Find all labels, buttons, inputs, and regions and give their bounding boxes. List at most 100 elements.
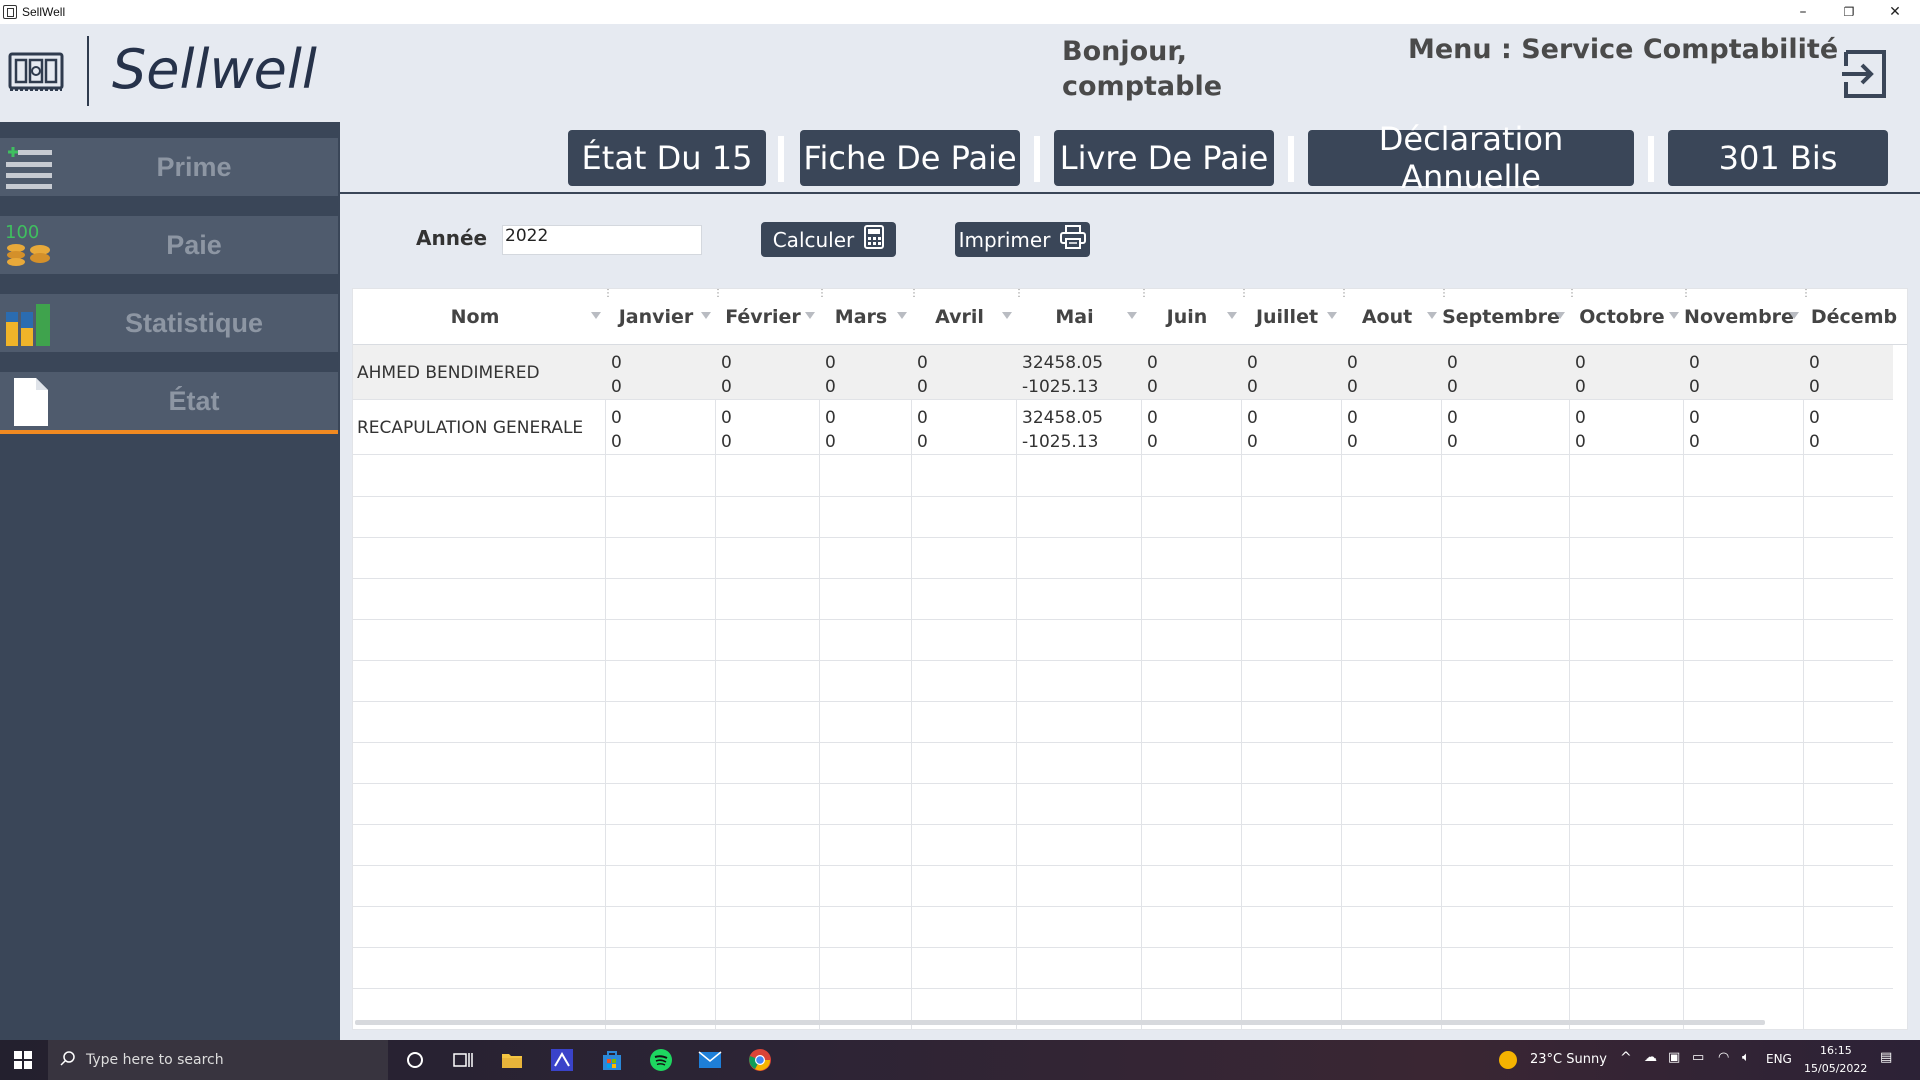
tab-301-bis[interactable]: 301 Bis [1668,130,1888,186]
volume-icon[interactable]: 🔈︎ [1742,1050,1750,1065]
sidebar-item-label: État [168,385,220,416]
column-header[interactable]: Nom [353,289,597,345]
filter-icon[interactable] [1227,312,1237,319]
imprimer-button[interactable]: Imprimer [955,222,1090,257]
month-value-top: 0 [825,408,836,428]
filter-icon[interactable] [1002,312,1012,319]
column-header[interactable]: Juillet [1241,289,1333,345]
battery-icon[interactable]: ▭ [1692,1050,1704,1065]
wifi-icon[interactable]: ◠ [1718,1050,1729,1065]
chrome-icon[interactable] [748,1048,772,1072]
column-header[interactable]: Février [715,289,811,345]
empty-row-line [353,496,1893,497]
windows-taskbar: Type here to search 23°C Sunny ^ ☁ ▣ ▭ ◠… [0,1040,1920,1080]
filter-icon[interactable] [1669,312,1679,319]
close-button[interactable]: ✕ [1872,0,1918,24]
tab-fiche-de-paie[interactable]: Fiche De Paie [800,130,1020,186]
month-cell: 00 [1689,406,1700,454]
month-value-top: 0 [1809,353,1820,373]
tray-chevron-icon[interactable]: ^ [1620,1050,1632,1066]
month-cell: 00 [825,351,836,399]
filter-icon[interactable] [805,312,815,319]
cortana-icon[interactable] [403,1048,427,1072]
table-row[interactable]: RECAPULATION GENERALE 0 0 0 0 0 0 0 0 32458.05 -10… [353,400,1893,455]
month-value-top: 0 [1247,353,1258,373]
svg-text:100: 100 [5,222,39,243]
app-blue-icon[interactable] [550,1048,574,1072]
column-header[interactable]: Juin [1141,289,1233,345]
month-cell: 00 [721,406,732,454]
column-header[interactable]: Aout [1341,289,1433,345]
month-value-top: 0 [917,353,928,373]
column-header[interactable]: Septembre [1441,289,1561,345]
filter-icon[interactable] [1789,312,1799,319]
month-cell: 00 [1347,351,1358,399]
filter-icon[interactable] [1555,312,1565,319]
filter-icon[interactable] [701,312,711,319]
month-value-bottom: -1025.13 [1022,377,1099,397]
month-cell: 32458.05 -1025.13 [1022,406,1103,454]
sidebar-item-statistique[interactable]: Statistique [0,294,338,352]
month-value-bottom: 0 [917,432,928,452]
bar-chart-icon [4,298,54,348]
column-header[interactable]: Avril [911,289,1008,345]
filter-icon[interactable] [591,312,601,319]
logout-icon[interactable] [1840,48,1892,100]
month-value-bottom: 0 [611,377,622,397]
usb-icon[interactable]: ▣ [1668,1050,1680,1065]
store-icon[interactable] [600,1048,624,1072]
filter-icon[interactable] [1327,312,1337,319]
column-header[interactable]: Novembre [1683,289,1795,345]
etat-grid: Nom ⋮ Janvier ⋮ Février ⋮ Mars ⋮ Avril ⋮ Mai ⋮ Juin ⋮… [352,288,1908,1030]
logo-divider [87,36,89,106]
mail-icon[interactable] [698,1048,722,1072]
file-explorer-icon[interactable] [500,1048,524,1072]
month-value-top: 0 [1247,408,1258,428]
filter-icon[interactable] [1427,312,1437,319]
filter-icon[interactable] [1127,312,1137,319]
greeting-user: comptable [1062,71,1223,102]
column-header[interactable]: Janvier [605,289,707,345]
month-cell: 00 [1247,351,1258,399]
calculer-button[interactable]: Calculer [761,222,896,257]
month-value-bottom: 0 [611,432,622,452]
month-cell: 00 [1809,406,1820,454]
sidebar-item-prime[interactable]: Prime [0,138,338,196]
clock-date[interactable]: 15/05/2022 [1804,1062,1867,1075]
tab-livre-de-paie[interactable]: Livre De Paie [1054,130,1274,186]
month-cell: 00 [1247,406,1258,454]
annee-input[interactable]: 2022 [502,225,702,255]
spotify-icon[interactable] [649,1048,673,1072]
month-value-bottom: -1025.13 [1022,432,1099,452]
month-value-bottom: 0 [1575,432,1586,452]
month-cell: 00 [1575,351,1586,399]
month-cell: 00 [1689,351,1700,399]
column-header[interactable]: Mars [819,289,903,345]
onedrive-icon[interactable]: ☁ [1644,1050,1657,1065]
column-header[interactable]: Octobre [1569,289,1675,345]
table-row[interactable]: AHMED BENDIMERED 0 0 0 0 0 0 0 0 32458.05 -1025.13… [353,345,1893,400]
weather-text[interactable]: 23°C Sunny [1530,1052,1607,1067]
empty-row-line [353,783,1893,784]
month-value-top: 0 [1575,408,1586,428]
column-header[interactable]: Mai [1016,289,1133,345]
empty-row-line [353,742,1893,743]
month-cell: 00 [1809,351,1820,399]
language-indicator[interactable]: ENG [1766,1052,1792,1066]
sidebar-item-paie[interactable]: 100 Paie [0,216,338,274]
task-view-icon[interactable] [451,1048,475,1072]
taskbar-search[interactable]: Type here to search [48,1040,388,1080]
column-header[interactable]: Décemb [1803,289,1905,345]
restore-button[interactable]: ❐ [1826,0,1872,24]
horizontal-scrollbar[interactable] [355,1020,1765,1025]
tab-declaration-annuelle[interactable]: Déclaration Annuelle [1308,120,1634,196]
sidebar-item-etat[interactable]: État [0,372,338,434]
notification-icon[interactable]: ▤ [1880,1050,1892,1065]
windows-start-icon[interactable] [0,1040,46,1080]
filter-icon[interactable] [897,312,907,319]
minimize-button[interactable]: – [1780,0,1826,24]
month-cell: 00 [1447,406,1458,454]
month-cell: 00 [721,351,732,399]
clock-time[interactable]: 16:15 [1820,1044,1852,1057]
tab-etat-du-15[interactable]: État Du 15 [568,130,766,186]
